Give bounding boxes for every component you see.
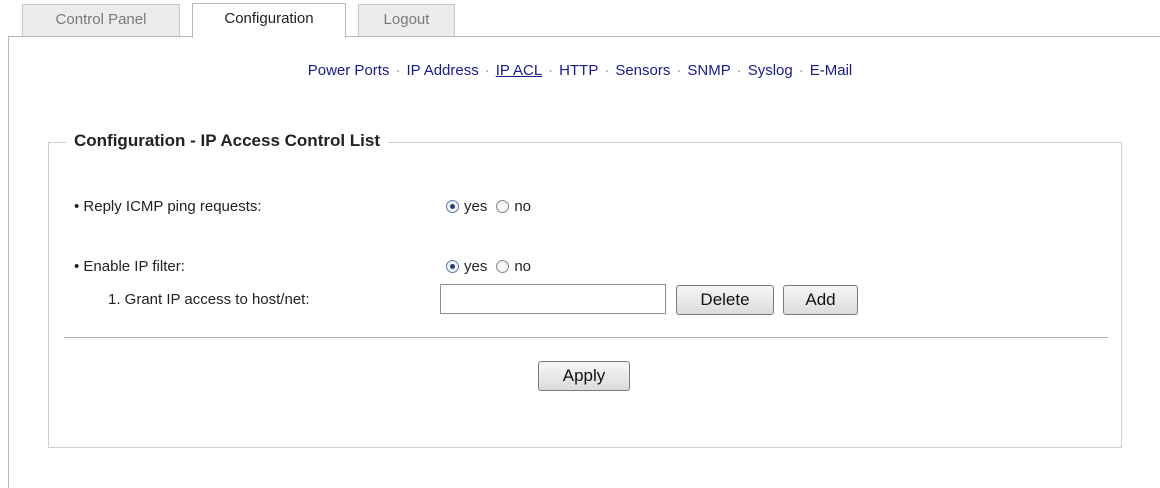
icmp-no-label: no [514,198,532,215]
ip-filter-yes-option[interactable]: yes [446,258,487,275]
ip-filter-no-radio[interactable] [496,260,510,273]
ip-filter-yes-label: yes [464,258,488,275]
ip-filter-no-option[interactable]: no [496,258,531,275]
icmp-radio-group: yes no [446,198,540,215]
subnav-ip-acl[interactable]: IP ACL [496,62,542,79]
subnav-email[interactable]: E-Mail [810,62,853,79]
subnav-sensors[interactable]: Sensors [615,62,670,79]
icmp-no-option[interactable]: no [496,198,531,215]
subnav-ip-address[interactable]: IP Address [406,62,478,79]
page-title: Configuration - IP Access Control List [66,131,389,151]
tab-configuration[interactable]: Configuration [192,3,346,38]
form-divider [64,337,1108,338]
tab-control-panel[interactable]: Control Panel [22,4,180,36]
icmp-label: • Reply ICMP ping requests: [74,198,262,215]
subnav-separator: · [395,62,401,79]
subnav-separator: · [604,62,610,79]
subnav-separator: · [736,62,742,79]
ip-filter-label: • Enable IP filter: [74,258,185,275]
subnav-separator: · [484,62,490,79]
icmp-yes-option[interactable]: yes [446,198,487,215]
config-subnav: Power Ports · IP Address · IP ACL · HTTP · Senso… [0,62,1160,79]
icmp-yes-radio[interactable] [446,200,459,213]
icmp-yes-label: yes [464,198,488,215]
subnav-http[interactable]: HTTP [559,62,598,79]
content-left-border [8,36,9,488]
grant-ip-label: 1. Grant IP access to host/net: [108,291,310,308]
ip-filter-yes-radio[interactable] [446,260,459,273]
subnav-separator: · [548,62,554,79]
grant-ip-input[interactable] [440,284,666,314]
add-button[interactable]: Add [783,285,858,315]
subnav-syslog[interactable]: Syslog [748,62,793,79]
subnav-separator: · [798,62,804,79]
subnav-snmp[interactable]: SNMP [687,62,730,79]
icmp-no-radio[interactable] [496,200,510,213]
apply-button[interactable]: Apply [538,361,630,391]
ip-filter-radio-group: yes no [446,258,540,275]
subnav-power-ports[interactable]: Power Ports [308,62,390,79]
delete-button[interactable]: Delete [676,285,774,315]
tab-logout[interactable]: Logout [358,4,455,36]
ip-filter-no-label: no [514,258,532,275]
subnav-separator: · [676,62,682,79]
tab-bar: Control Panel Configuration Logout [0,0,1160,38]
tab-baseline [8,36,1160,37]
